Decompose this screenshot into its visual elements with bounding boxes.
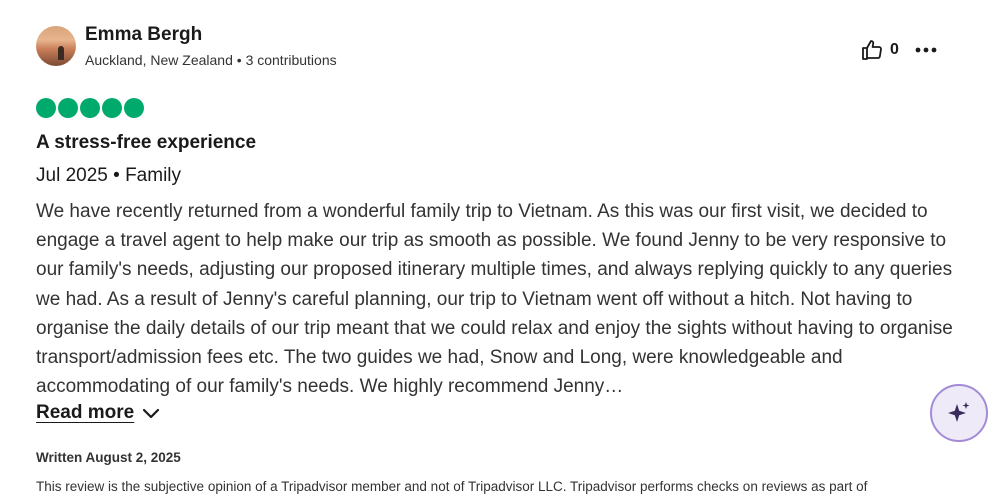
trip-separator: •: [113, 165, 126, 186]
reviewer-location: Auckland, New Zealand: [85, 52, 233, 68]
trip-date: Jul 2025: [36, 165, 108, 186]
read-more-label: Read more: [36, 402, 135, 423]
rating-bubble: [102, 98, 122, 118]
reviewer-avatar[interactable]: [36, 26, 76, 66]
helpful-count: 0: [890, 41, 899, 58]
review-body: We have recently returned from a wonderf…: [36, 201, 953, 398]
rating-bubble: [80, 98, 100, 118]
chevron-down-icon: [143, 408, 160, 419]
written-date: Written August 2, 2025: [36, 450, 181, 465]
rating-bubble: [36, 98, 56, 118]
ai-sparkle-icon: [948, 402, 970, 422]
reviewer-meta: Auckland, New Zealand • 3 contributions: [85, 52, 337, 68]
review-disclaimer: This review is the subjective opinion of…: [36, 479, 868, 494]
more-options-icon: [915, 47, 937, 53]
more-options-button[interactable]: [912, 38, 940, 62]
read-more-button[interactable]: Read more: [36, 402, 160, 424]
rating-bubble: [58, 98, 78, 118]
helpful-vote-button[interactable]: 0: [860, 38, 899, 62]
ai-assistant-button[interactable]: [930, 384, 988, 442]
meta-separator: •: [236, 52, 246, 68]
review-title[interactable]: A stress-free experience: [36, 132, 256, 154]
trip-type: Family: [125, 165, 182, 186]
trip-info: Jul 2025 • Family: [36, 165, 181, 187]
thumbs-up-icon: [862, 40, 882, 60]
reviewer-contributions: 3 contributions: [245, 52, 337, 68]
rating-bubble: [124, 98, 144, 118]
reviewer-name[interactable]: Emma Bergh: [85, 24, 202, 46]
rating-bubbles: [36, 98, 144, 118]
